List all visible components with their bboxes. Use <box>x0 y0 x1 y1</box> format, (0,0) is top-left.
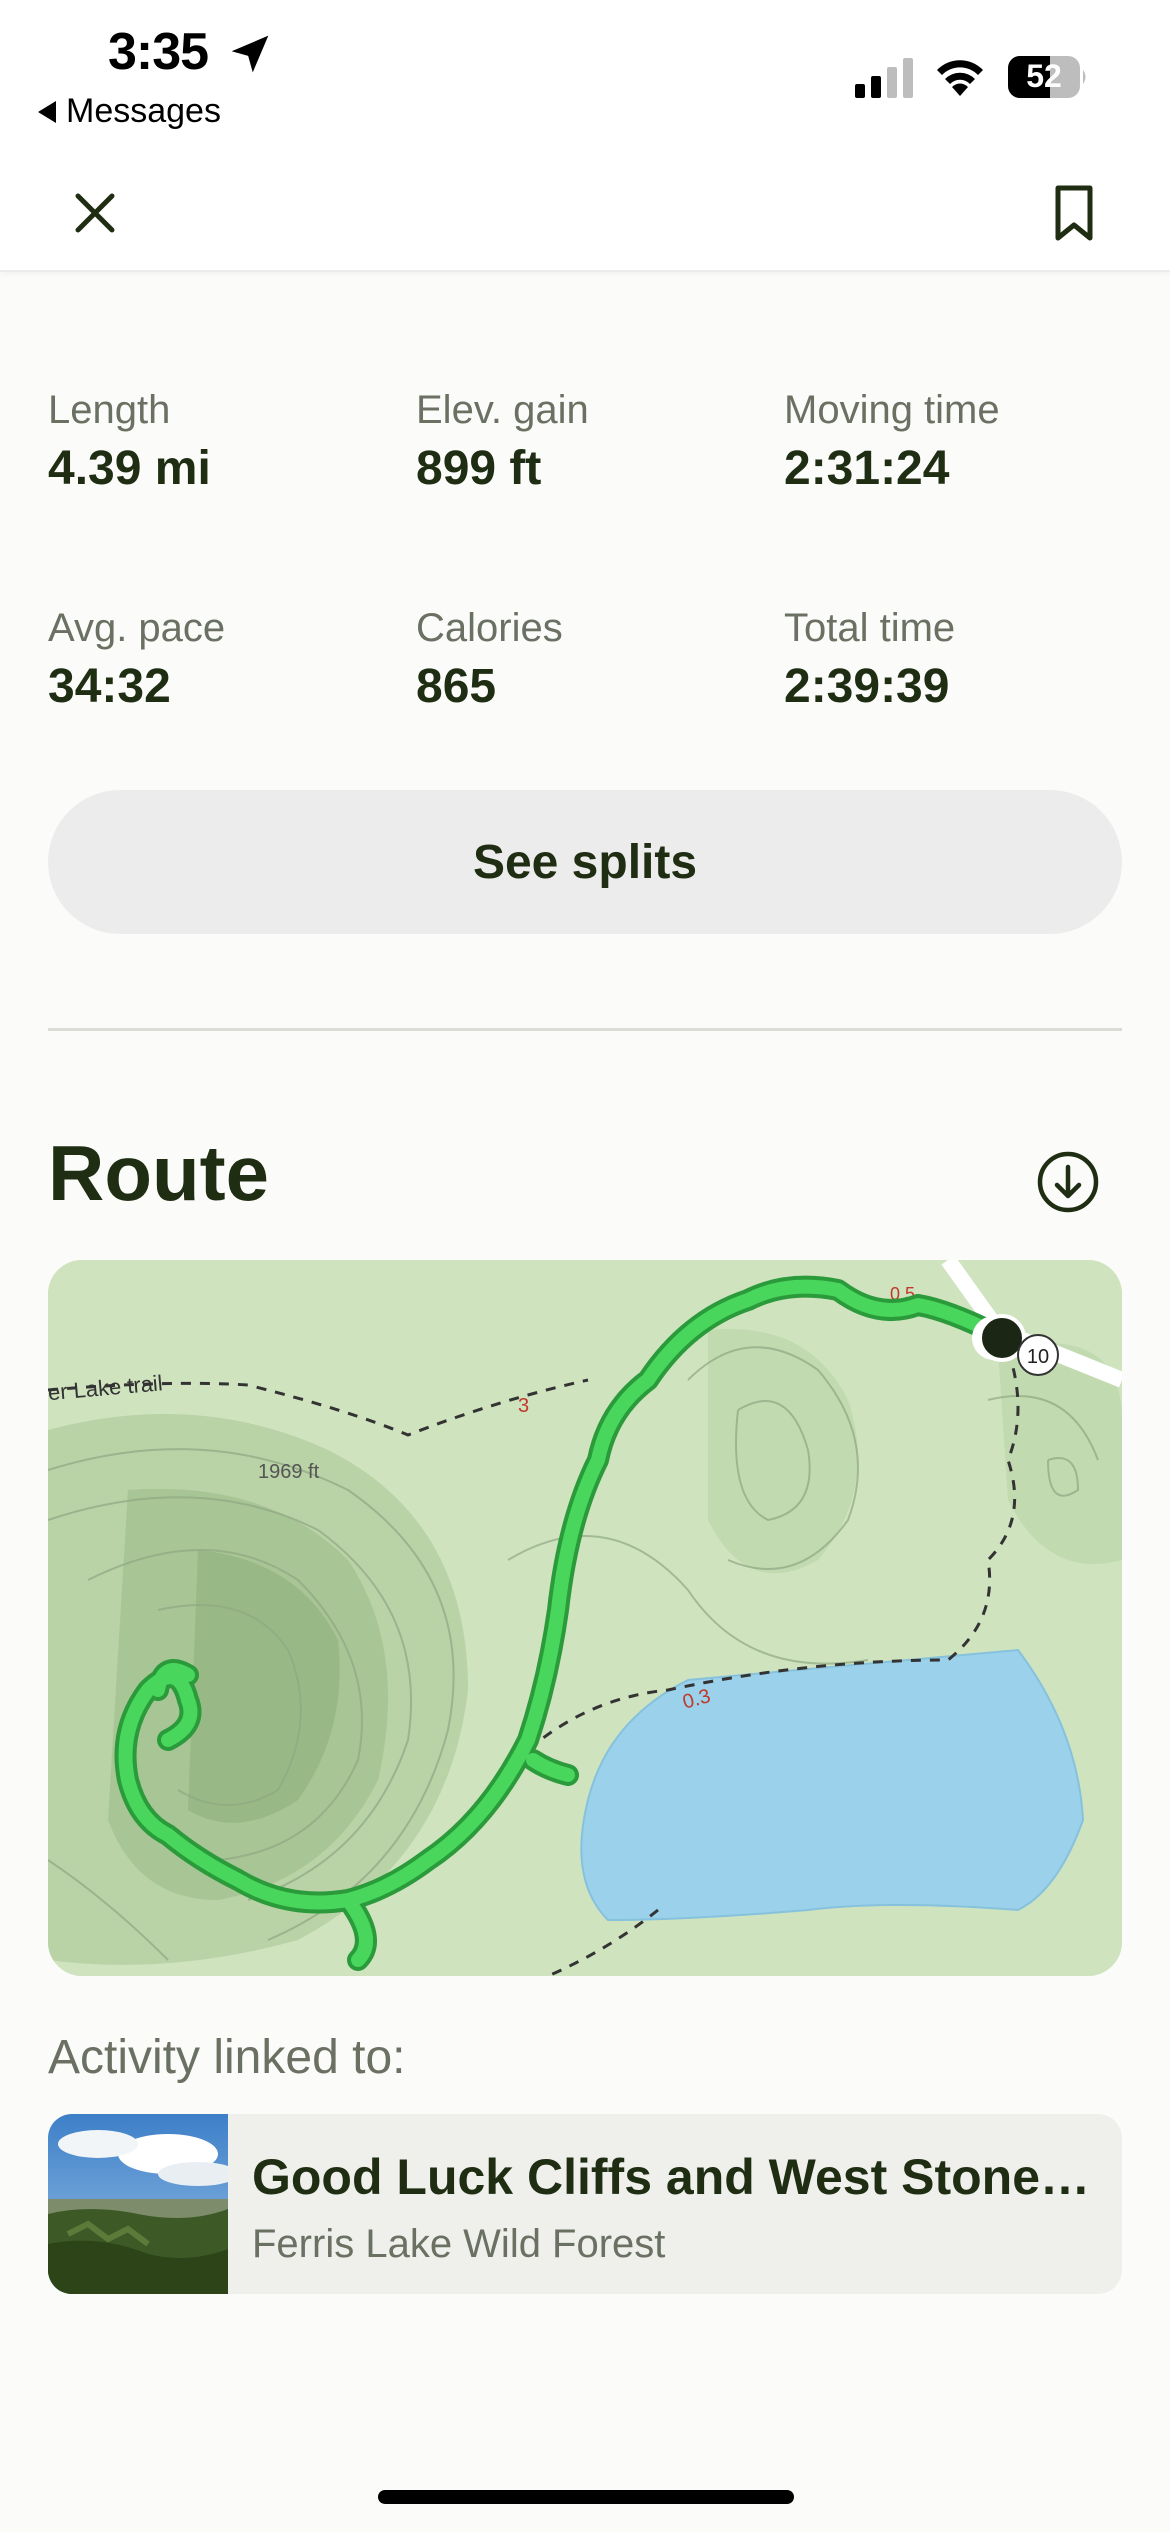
stat-value: 865 <box>416 660 497 713</box>
stat-label: Avg. pace <box>48 606 226 650</box>
stat-value: 2:39:39 <box>784 660 950 713</box>
stat-value: 34:32 <box>48 660 171 713</box>
route-map[interactable]: er Lake trail 1969 ft 3 0.3 0.5 10 <box>48 1260 1122 1976</box>
stat-label: Length <box>48 388 171 432</box>
stat-calories: Calories 865 <box>416 606 776 714</box>
back-messages-label: Messages <box>66 92 221 130</box>
stat-elevation-gain: Elev. gain 899 ft <box>416 388 776 496</box>
back-triangle-icon <box>38 100 56 123</box>
stat-label: Calories <box>416 606 563 650</box>
stat-label: Total time <box>784 606 956 650</box>
bookmark-icon[interactable] <box>1046 180 1102 246</box>
stat-value: 2:31:24 <box>784 442 950 495</box>
status-time: 3:35 <box>108 23 209 81</box>
linked-trail-location: Ferris Lake Wild Forest <box>252 2222 666 2266</box>
stat-value: 899 ft <box>416 442 542 495</box>
stat-total-time: Total time 2:39:39 <box>784 606 1144 714</box>
close-icon[interactable] <box>62 180 128 246</box>
download-icon[interactable] <box>1036 1150 1100 1214</box>
linked-trail-title: Good Luck Cliffs and West Stoner L... <box>252 2149 1102 2205</box>
trail-thumbnail-image <box>48 2114 228 2294</box>
battery-level: 52 <box>1026 58 1062 94</box>
stat-length: Length 4.39 mi <box>48 388 408 496</box>
route-heading: Route <box>48 1129 269 1217</box>
section-divider <box>48 1028 1122 1031</box>
stat-moving-time: Moving time 2:31:24 <box>784 388 1144 496</box>
stat-label: Moving time <box>784 388 1000 432</box>
stat-value: 4.39 mi <box>48 442 211 495</box>
home-indicator[interactable] <box>378 2490 794 2504</box>
see-splits-button[interactable]: See splits <box>48 790 1122 934</box>
location-arrow-icon <box>231 35 269 73</box>
stat-avg-pace: Avg. pace 34:32 <box>48 606 408 714</box>
stat-label: Elev. gain <box>416 388 589 432</box>
wifi-icon <box>937 60 983 96</box>
top-navigation-bar <box>0 140 1170 272</box>
map-trail-marker-3: 3 <box>518 1395 529 1417</box>
road-number: 10 <box>1027 1346 1049 1368</box>
map-elevation-label: 1969 ft <box>258 1461 320 1483</box>
linked-trail-card[interactable]: Good Luck Cliffs and West Stoner L... Fe… <box>48 2114 1122 2294</box>
cellular-signal-icon <box>855 58 913 98</box>
activity-linked-label: Activity linked to: <box>48 2031 406 2084</box>
back-to-messages[interactable]: Messages <box>38 92 221 131</box>
status-bar: 3:35 Messages 52 <box>0 0 1170 140</box>
